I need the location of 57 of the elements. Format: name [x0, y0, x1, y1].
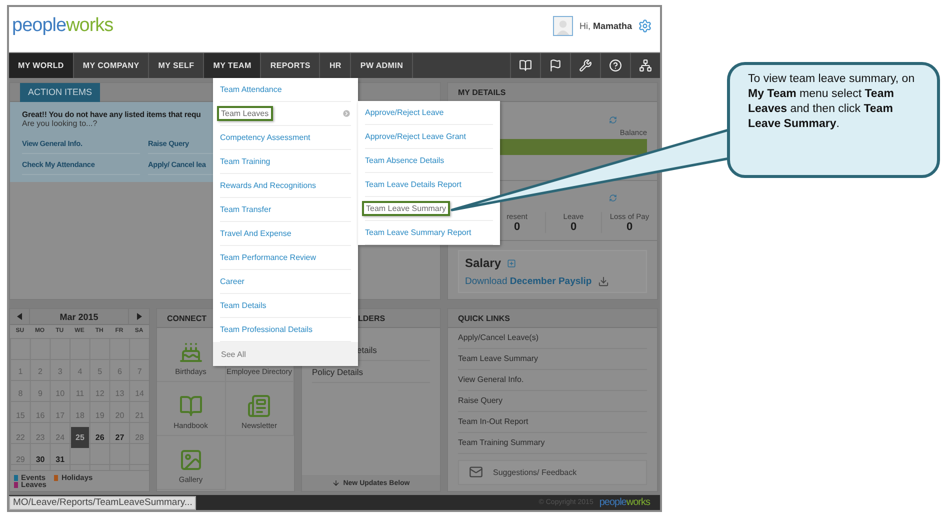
newspaper-icon: [247, 394, 272, 418]
avatar-icon: [553, 16, 574, 36]
menu-item[interactable]: Approve/Reject Leave Grant: [365, 125, 493, 149]
quick-link[interactable]: View General Info.: [458, 370, 647, 391]
menu-item[interactable]: Team Training: [220, 150, 351, 174]
quick-link[interactable]: Apply/Cancel Leave(s): [458, 328, 647, 349]
menu-item[interactable]: Team Leave Details Report: [365, 173, 493, 197]
menu-item[interactable]: Competency Assessment: [220, 126, 351, 150]
logo: peopleworks: [12, 14, 114, 36]
menu-item[interactable]: Team Absence Details: [365, 149, 493, 173]
today-cell[interactable]: 25: [70, 427, 90, 448]
menu-item[interactable]: Travel And Expense: [220, 222, 351, 246]
calendar-day[interactable]: 30: [30, 449, 50, 470]
salary-title: Salary: [465, 256, 502, 270]
nav-tab[interactable]: MY TEAM: [204, 53, 262, 78]
stat-value: 0: [626, 221, 633, 233]
menu-item[interactable]: Team Leave Summary Report: [365, 221, 493, 245]
action-hint: Are you looking to...?: [22, 119, 98, 128]
cake-icon: [178, 340, 203, 364]
quick-link[interactable]: Team Leave Summary: [458, 348, 647, 370]
book-icon: [178, 394, 203, 418]
down-arrow-icon: [332, 479, 340, 487]
menu-item[interactable]: Team Transfer: [220, 198, 351, 222]
nav-tab[interactable]: MY WORLD: [9, 53, 74, 78]
footer-logo: peopleworks: [599, 497, 650, 508]
calendar-day[interactable]: 27: [110, 427, 130, 448]
quick-link[interactable]: Team In-Out Report: [458, 412, 647, 433]
payslip-link[interactable]: Download December Payslip: [465, 276, 592, 287]
panel-title: QUICK LINKS: [458, 314, 510, 322]
callout-text: To view team leave summary, on My Team menu select Team Leaves and then click Team Leave Summary.: [748, 73, 915, 130]
calendar-day[interactable]: 31: [50, 449, 70, 470]
quick-link[interactable]: Raise Query: [458, 390, 647, 412]
action-items-tab[interactable]: ACTION ITEMS: [20, 83, 100, 102]
stat-value: 0: [570, 221, 577, 233]
calendar-day[interactable]: 26: [90, 427, 110, 448]
stat-value: 0: [514, 221, 520, 233]
panel-title: MY DETAILS: [458, 88, 506, 96]
mail-icon: [469, 465, 483, 480]
right-triangle-icon: [136, 313, 142, 320]
menu-item[interactable]: Approve/Reject Leave: [365, 101, 493, 125]
menu-item[interactable]: Rewards And Recognitions: [220, 174, 351, 198]
menu-item[interactable]: Career: [220, 270, 351, 294]
left-triangle-icon: [17, 313, 22, 320]
settings-icon[interactable]: [638, 18, 652, 32]
menu-item[interactable]: Team Leaves: [220, 102, 351, 126]
panel-title: CONNECT: [167, 314, 207, 322]
download-icon[interactable]: [598, 276, 609, 287]
picture-frame-icon: [178, 448, 203, 472]
quick-link[interactable]: Team Training Summary: [458, 432, 647, 454]
menu-item[interactable]: Team Details: [220, 294, 351, 318]
greeting: Hi, Mamatha: [579, 20, 632, 30]
feedback-button[interactable]: Suggestions/ Feedback: [458, 460, 647, 485]
menu-item[interactable]: Team Attendance: [220, 78, 351, 102]
panel-title: LDERS: [358, 314, 386, 322]
menu-item[interactable]: Team Performance Review: [220, 246, 351, 270]
status-url: MO/Leave/Reports/TeamLeaveSummary...: [9, 496, 196, 510]
see-all-link[interactable]: See All: [213, 342, 358, 366]
